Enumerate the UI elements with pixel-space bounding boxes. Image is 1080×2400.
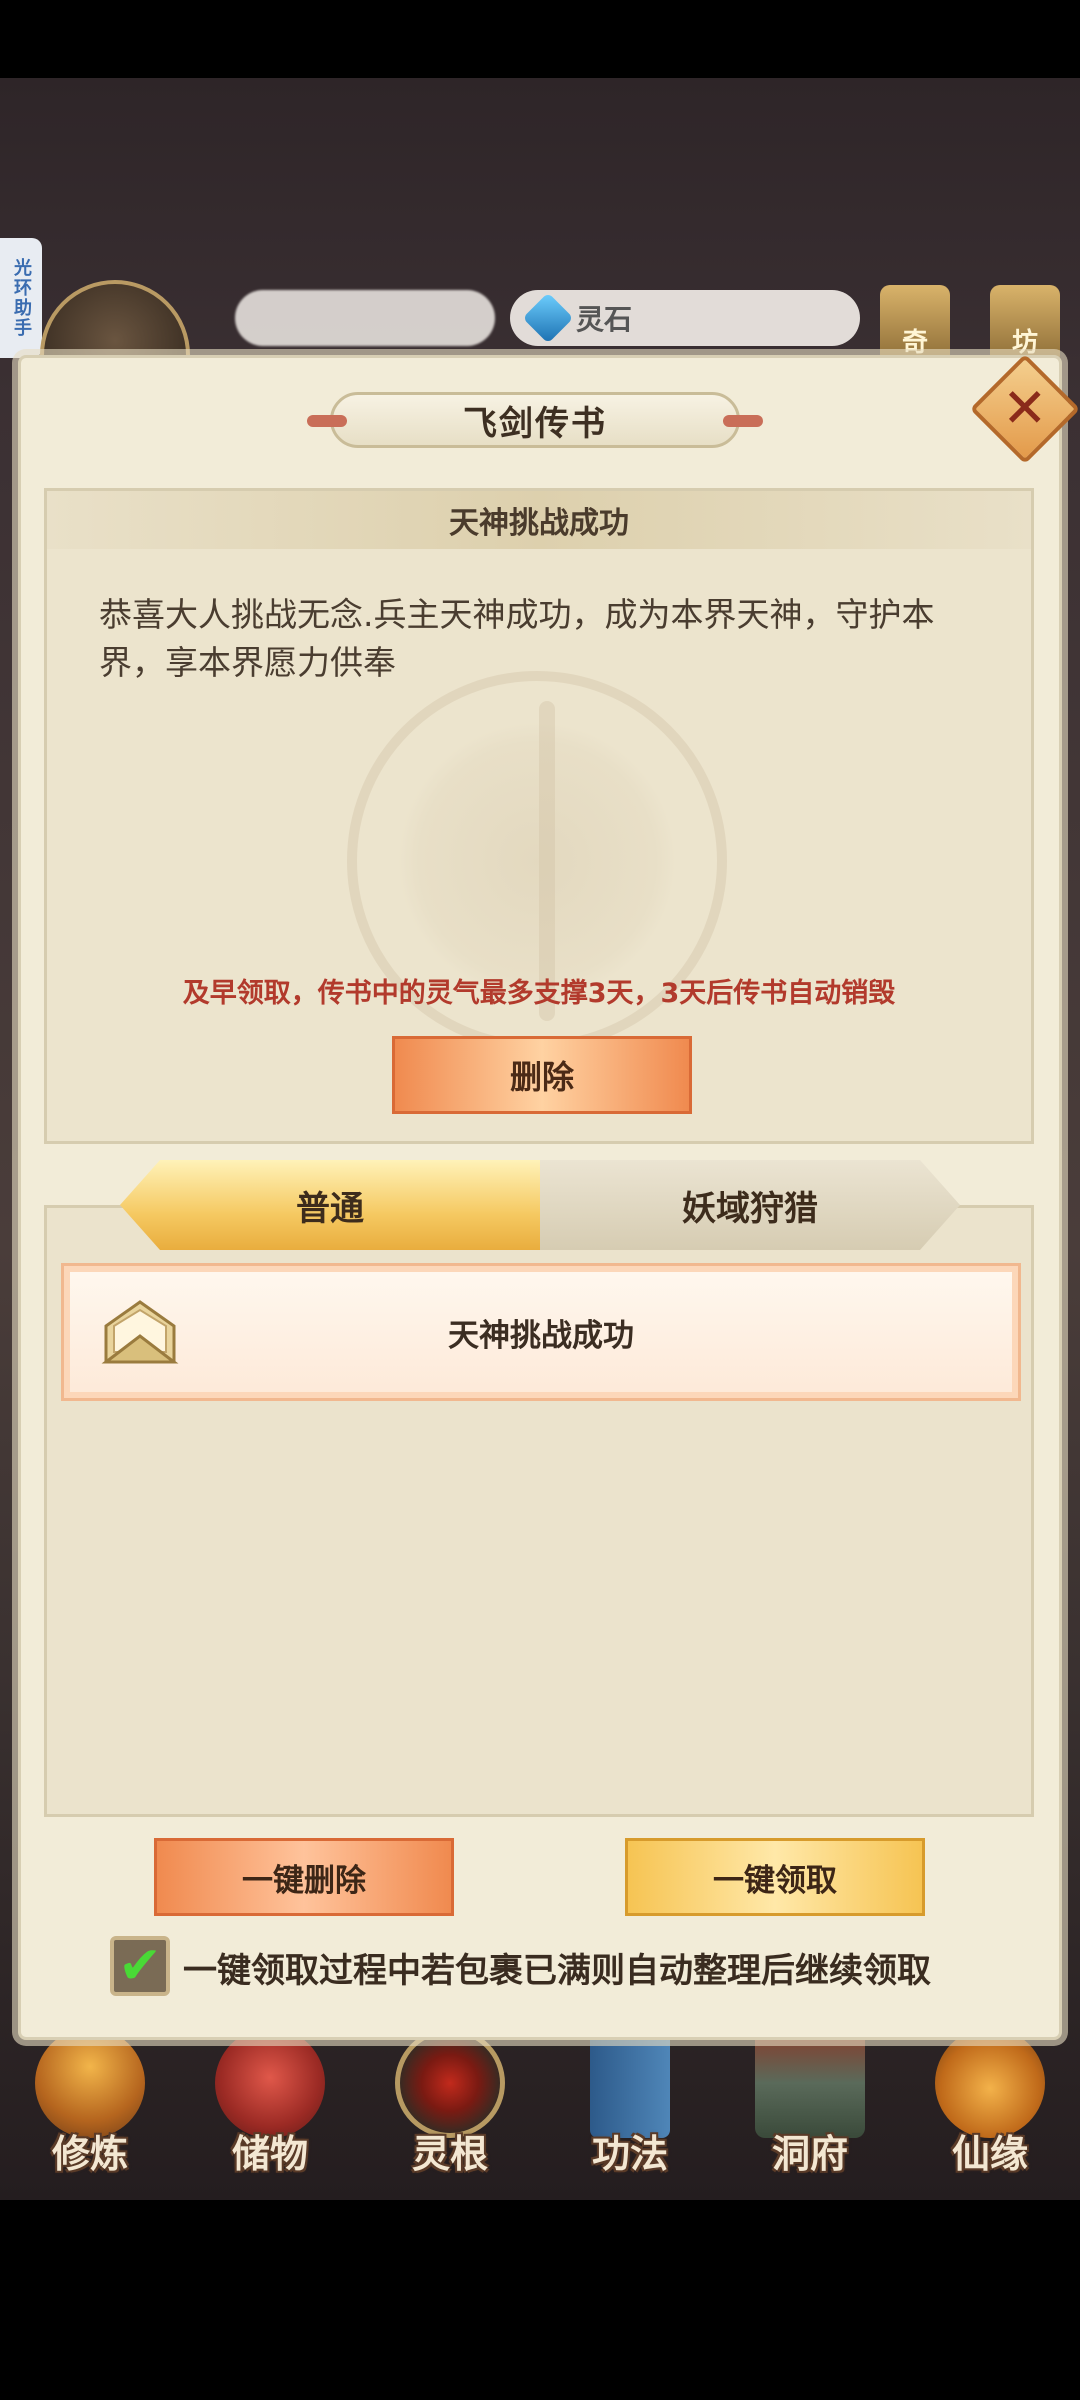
bottom-nav: 修炼 储物 灵根 功法 洞府 仙缘: [0, 2028, 1080, 2200]
immortal-gourd-icon: [935, 2028, 1045, 2138]
list-item[interactable]: 天神挑战成功: [61, 1263, 1021, 1401]
nav-item-spirit-root[interactable]: 灵根: [370, 2028, 530, 2178]
storage-bag-icon: [215, 2028, 325, 2138]
mail-detail: 天神挑战成功 恭喜大人挑战无念.兵主天神成功，成为本界天神，守护本界，享本界愿力…: [44, 488, 1034, 1144]
nav-label: 储物: [231, 2132, 308, 2176]
player-info-bar: [235, 290, 495, 346]
status-bar: [0, 0, 1080, 78]
claim-all-button[interactable]: 一键领取: [625, 1838, 925, 1916]
game-screen: 光环助手 灵石 奇 坊 修炼 储物 灵根 功法 洞府 仙缘 飞剑传书 ✕ 天神挑…: [0, 0, 1080, 2400]
cave-palace-icon: [755, 2028, 865, 2138]
nav-item-storage[interactable]: 储物: [190, 2028, 350, 2178]
auto-sort-checkbox[interactable]: ✔: [110, 1936, 170, 1996]
tab-normal[interactable]: 普通: [120, 1160, 540, 1250]
nav-item-immortal-fate[interactable]: 仙缘: [910, 2028, 1070, 2178]
close-icon: ✕: [1002, 377, 1048, 440]
nav-label: 洞府: [771, 2132, 848, 2176]
delete-button-label: 删除: [509, 1058, 574, 1096]
list-item-title: 天神挑战成功: [448, 1317, 634, 1354]
scripture-icon: [590, 2028, 670, 2138]
delete-all-label: 一键删除: [242, 1862, 366, 1899]
check-icon: ✔: [118, 1936, 162, 1996]
tab-label: 妖域狩猎: [682, 1188, 818, 1229]
mail-detail-body: 恭喜大人挑战无念.兵主天神成功，成为本界天神，守护本界，享本界愿力供奉: [99, 595, 935, 682]
tab-label: 普通: [296, 1188, 364, 1229]
nav-label: 灵根: [411, 2132, 488, 2176]
mail-detail-title: 天神挑战成功: [449, 506, 629, 541]
expiry-warning: 及早领取，传书中的灵气最多支撑3天，3天后传书自动销毁: [182, 978, 896, 1009]
mail-list: 天神挑战成功: [44, 1205, 1034, 1817]
nav-item-cave-palace[interactable]: 洞府: [730, 2028, 890, 2178]
delete-all-button[interactable]: 一键删除: [154, 1838, 454, 1916]
panel-title: 飞剑传书: [463, 403, 607, 444]
spirit-stone-icon: [522, 292, 574, 344]
tab-demon-hunt[interactable]: 妖域狩猎: [540, 1160, 960, 1250]
mail-detail-header: 天神挑战成功: [47, 491, 1031, 549]
claim-all-label: 一键领取: [713, 1862, 837, 1899]
cultivation-icon: [35, 2028, 145, 2138]
panel-title-banner: 飞剑传书: [307, 392, 763, 448]
resource-bar: 灵石: [510, 290, 860, 346]
hud-button-qi[interactable]: 奇: [880, 285, 950, 365]
spirit-root-icon: [395, 2028, 505, 2138]
nav-label: 功法: [591, 2132, 668, 2176]
navigation-bar-area: [0, 2200, 1080, 2400]
nav-label: 修炼: [51, 2132, 128, 2176]
hud-button-fang[interactable]: 坊: [990, 285, 1060, 365]
assistant-side-tab[interactable]: 光环助手: [0, 238, 42, 358]
nav-item-cultivation[interactable]: 修炼: [10, 2028, 170, 2178]
nav-item-scripture[interactable]: 功法: [550, 2028, 710, 2178]
auto-sort-label: 一键领取过程中若包裹已满则自动整理后继续领取: [183, 1951, 931, 1991]
nav-label: 仙缘: [951, 2132, 1028, 2176]
resource-label: 灵石: [576, 303, 633, 336]
delete-button[interactable]: 删除: [392, 1036, 692, 1114]
